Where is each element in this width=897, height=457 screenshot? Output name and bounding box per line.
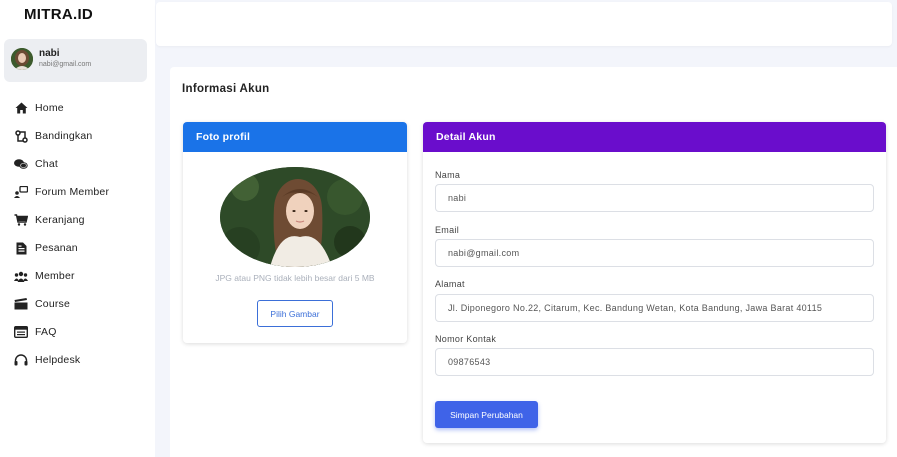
sidebar-nav: Home Bandingkan Chat Forum Member Keranj… xyxy=(0,94,155,374)
sidebar-item-label: Keranjang xyxy=(35,214,85,226)
sidebar-item-label: Forum Member xyxy=(35,186,110,198)
sidebar-item-course[interactable]: Course xyxy=(0,290,155,318)
faq-icon xyxy=(14,325,28,339)
sidebar-item-home[interactable]: Home xyxy=(0,94,155,122)
course-icon xyxy=(14,297,28,311)
sidebar-item-keranjang[interactable]: Keranjang xyxy=(0,206,155,234)
photo-upload-hint: JPG atau PNG tidak lebih besar dari 5 MB xyxy=(215,273,375,283)
sidebar-item-label: Chat xyxy=(35,158,58,170)
sidebar: MITRA.ID nabi nabi@gmail.com Home Bandin… xyxy=(0,0,155,457)
email-field[interactable] xyxy=(435,239,874,267)
profile-photo-panel: Foto profil JPG atau PNG tidak lebih bes… xyxy=(183,122,407,343)
chat-icon xyxy=(14,157,28,171)
address-label: Alamat xyxy=(435,279,465,289)
sidebar-item-member[interactable]: Member xyxy=(0,262,155,290)
name-field[interactable] xyxy=(435,184,874,212)
sidebar-item-label: Course xyxy=(35,298,71,310)
sidebar-item-helpdesk[interactable]: Helpdesk xyxy=(0,346,155,374)
user-name: nabi xyxy=(39,48,60,59)
name-label: Nama xyxy=(435,170,461,180)
email-label: Email xyxy=(435,225,460,235)
contact-label: Nomor Kontak xyxy=(435,334,497,344)
sidebar-item-chat[interactable]: Chat xyxy=(0,150,155,178)
user-email: nabi@gmail.com xyxy=(39,61,92,68)
contact-field[interactable] xyxy=(435,348,874,376)
account-detail-header: Detail Akun xyxy=(423,122,886,152)
cart-icon xyxy=(14,213,28,227)
profile-photo-header: Foto profil xyxy=(183,122,407,152)
order-icon xyxy=(14,241,28,255)
user-card[interactable]: nabi nabi@gmail.com xyxy=(4,39,147,82)
avatar xyxy=(11,48,33,70)
sidebar-item-label: FAQ xyxy=(35,326,57,338)
headset-icon xyxy=(14,353,28,367)
sidebar-item-bandingkan[interactable]: Bandingkan xyxy=(0,122,155,150)
main-content: Informasi Akun Foto profil JPG atau PNG … xyxy=(170,67,897,457)
sidebar-item-label: Pesanan xyxy=(35,242,78,254)
compare-icon xyxy=(14,129,28,143)
address-field[interactable] xyxy=(435,294,874,322)
sidebar-item-pesanan[interactable]: Pesanan xyxy=(0,234,155,262)
sidebar-item-label: Member xyxy=(35,270,75,282)
pick-image-button[interactable]: Pilih Gambar xyxy=(257,300,333,327)
page-title: Informasi Akun xyxy=(182,83,270,95)
sidebar-item-label: Helpdesk xyxy=(35,354,81,366)
home-icon xyxy=(14,101,28,115)
top-bar xyxy=(156,2,892,46)
forum-icon xyxy=(14,185,28,199)
profile-photo xyxy=(220,167,370,267)
sidebar-item-label: Home xyxy=(35,102,64,114)
save-changes-button[interactable]: Simpan Perubahan xyxy=(435,401,538,428)
sidebar-item-faq[interactable]: FAQ xyxy=(0,318,155,346)
brand-logo[interactable]: MITRA.ID xyxy=(24,6,93,23)
sidebar-item-forum-member[interactable]: Forum Member xyxy=(0,178,155,206)
members-icon xyxy=(14,269,28,283)
account-detail-panel: Detail Akun Nama Email Alamat Nomor Kont… xyxy=(423,122,886,443)
sidebar-item-label: Bandingkan xyxy=(35,130,93,142)
